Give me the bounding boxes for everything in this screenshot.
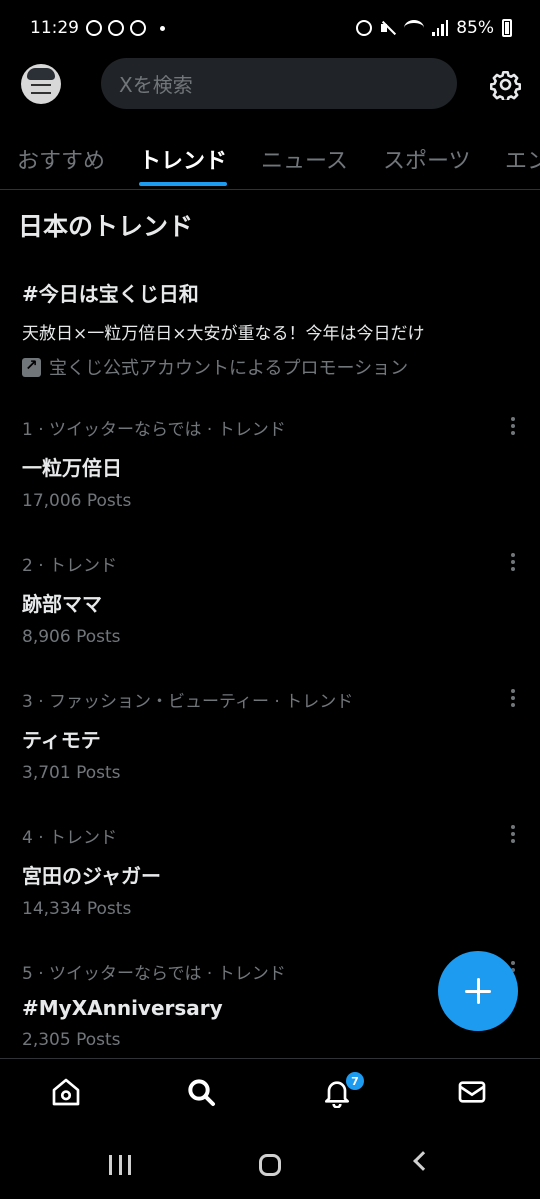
status-notification-icons bbox=[86, 20, 165, 36]
search-bar[interactable]: Xを検索 bbox=[101, 58, 457, 109]
trend-name: 一粒万倍日 bbox=[22, 456, 122, 480]
active-tab-indicator bbox=[139, 182, 227, 186]
more-options-icon[interactable] bbox=[510, 417, 516, 435]
gear-icon[interactable] bbox=[490, 69, 521, 100]
trend-meta: 3 · ファッション・ビューティー · トレンド bbox=[22, 692, 354, 712]
trend-post-count: 3,701 Posts bbox=[22, 763, 121, 783]
battery-icon bbox=[502, 19, 512, 37]
promoted-trend-title: #今日は宝くじ日和 bbox=[22, 282, 199, 306]
alarm-icon bbox=[356, 20, 373, 36]
explore-tabs: おすすめ トレンド ニュース スポーツ エン bbox=[0, 133, 540, 190]
section-title: 日本のトレンド bbox=[18, 212, 194, 241]
trend-post-count: 14,334 Posts bbox=[22, 899, 132, 919]
trend-item[interactable]: 1 · ツイッターならでは · トレンド 一粒万倍日 17,006 Posts bbox=[22, 415, 522, 535]
bottom-navigation: 7 bbox=[0, 1058, 540, 1124]
trend-name: ティモテ bbox=[22, 728, 101, 752]
promoted-trend-description: 天赦日×一粒万倍日×大安が重なる！今年は今日だけ bbox=[22, 324, 425, 344]
promoted-icon bbox=[22, 356, 41, 377]
more-options-icon[interactable] bbox=[510, 553, 516, 571]
app-notification-icon bbox=[130, 20, 146, 36]
trend-meta: 2 · トレンド bbox=[22, 556, 118, 576]
promoted-by-label: 宝くじ公式アカウントによるプロモーション bbox=[49, 358, 409, 379]
trend-post-count: 17,006 Posts bbox=[22, 491, 132, 511]
app-notification-icon bbox=[86, 20, 102, 36]
signal-icon bbox=[432, 20, 449, 36]
more-options-icon[interactable] bbox=[510, 825, 516, 843]
trend-item[interactable]: 3 · ファッション・ビューティー · トレンド ティモテ 3,701 Post… bbox=[22, 687, 522, 807]
trend-name: 跡部ママ bbox=[22, 592, 102, 616]
profile-avatar[interactable] bbox=[21, 64, 61, 104]
android-navigation-bar bbox=[0, 1132, 540, 1199]
home-icon[interactable] bbox=[48, 1074, 84, 1110]
recent-apps-icon[interactable] bbox=[109, 1155, 131, 1175]
search-icon[interactable] bbox=[183, 1074, 219, 1110]
trend-meta: 4 · トレンド bbox=[22, 828, 118, 848]
battery-percentage: 85% bbox=[456, 18, 494, 38]
tab-trending[interactable]: トレンド bbox=[139, 143, 227, 175]
status-time: 11:29 bbox=[30, 18, 79, 38]
plus-icon bbox=[465, 978, 491, 1004]
tab-sports[interactable]: スポーツ bbox=[383, 143, 471, 175]
home-button-icon[interactable] bbox=[259, 1154, 281, 1176]
tab-entertainment[interactable]: エン bbox=[505, 143, 540, 175]
trend-name: 宮田のジャガー bbox=[22, 864, 161, 888]
tab-news[interactable]: ニュース bbox=[261, 143, 348, 175]
trend-meta: 1 · ツイッターならでは · トレンド bbox=[22, 420, 286, 440]
status-bar: 11:29 85% bbox=[0, 0, 540, 60]
trend-post-count: 8,906 Posts bbox=[22, 627, 121, 647]
search-placeholder: Xを検索 bbox=[119, 73, 193, 97]
mail-icon[interactable] bbox=[454, 1074, 490, 1110]
trend-item[interactable]: 2 · トレンド 跡部ママ 8,906 Posts bbox=[22, 551, 522, 671]
compose-post-button[interactable] bbox=[438, 951, 518, 1031]
more-options-icon[interactable] bbox=[510, 689, 516, 707]
x-notification-icon bbox=[108, 20, 124, 36]
status-system-icons: 85% bbox=[356, 18, 512, 38]
notification-count-badge: 7 bbox=[346, 1072, 364, 1090]
promoted-trend[interactable]: #今日は宝くじ日和 天赦日×一粒万倍日×大安が重なる！今年は今日だけ 宝くじ公式… bbox=[22, 278, 522, 380]
back-icon[interactable] bbox=[413, 1151, 433, 1171]
promoted-by-row: 宝くじ公式アカウントによるプロモーション bbox=[22, 354, 522, 380]
trend-item[interactable]: 4 · トレンド 宮田のジャガー 14,334 Posts bbox=[22, 823, 522, 943]
more-notifications-dot-icon bbox=[160, 25, 165, 31]
wifi-icon bbox=[404, 20, 425, 36]
mute-icon bbox=[380, 20, 396, 36]
tab-recommended[interactable]: おすすめ bbox=[17, 143, 105, 175]
trend-post-count: 2,305 Posts bbox=[22, 1030, 121, 1050]
